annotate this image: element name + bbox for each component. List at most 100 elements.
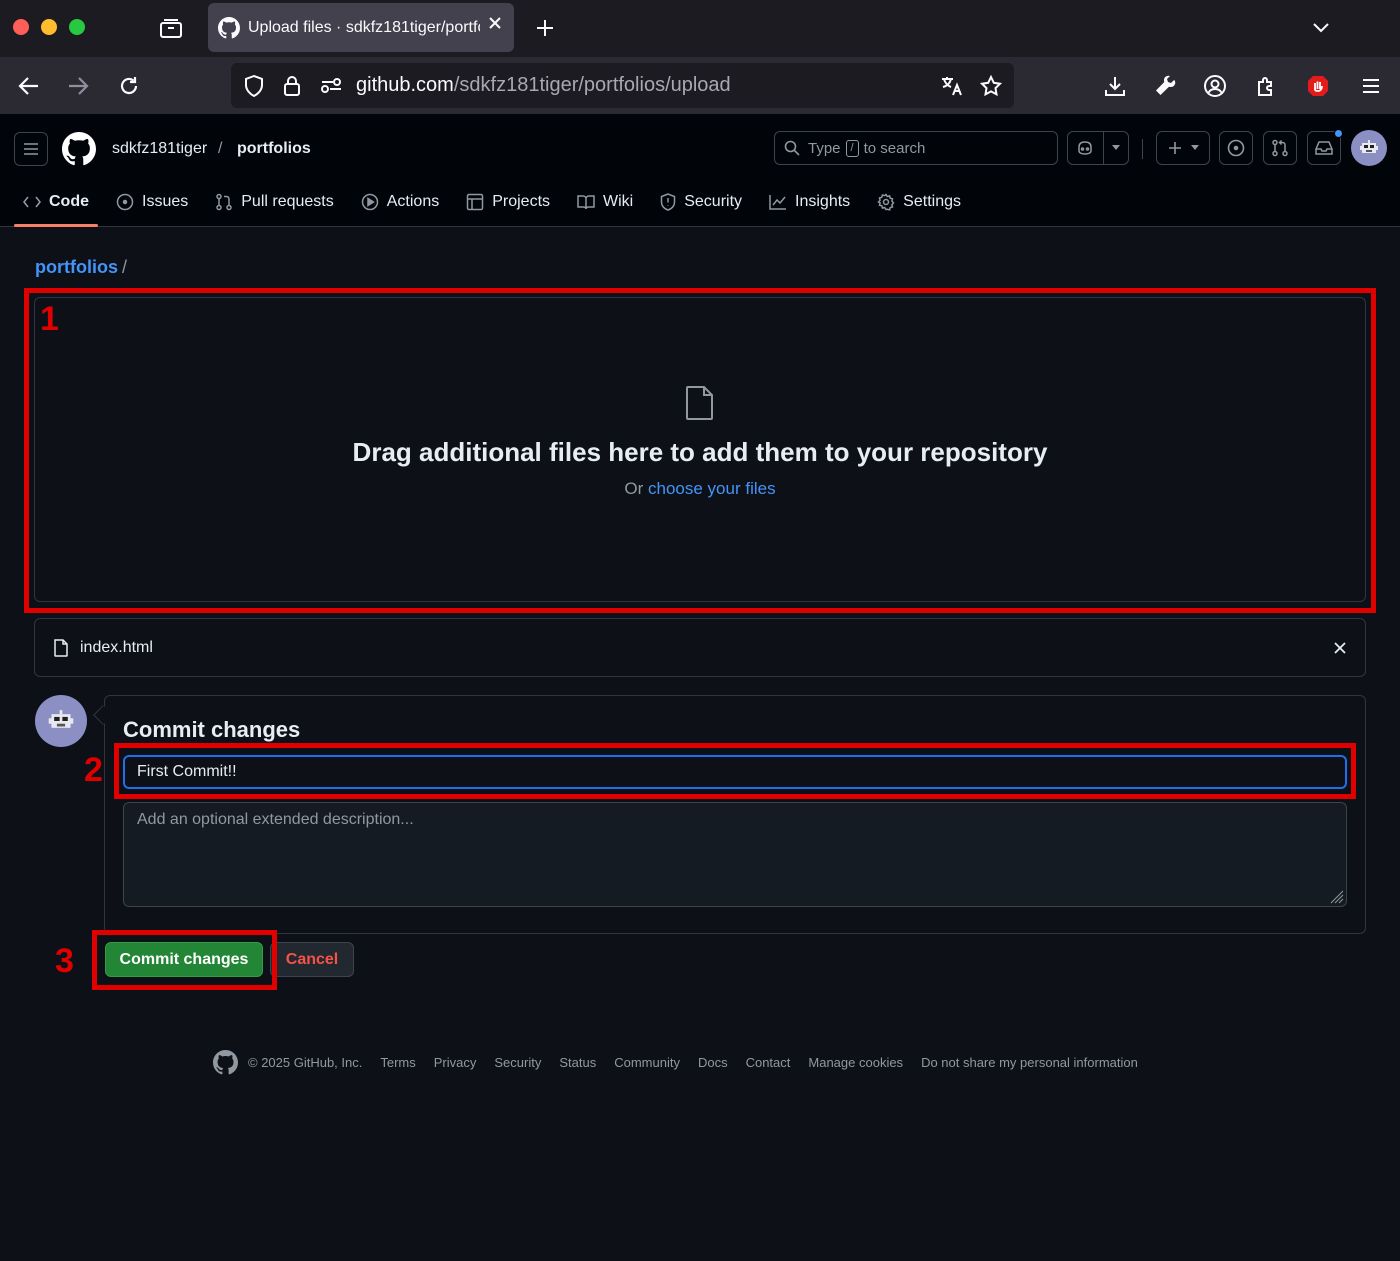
tab-settings[interactable]: Settings: [868, 186, 970, 218]
tab-wiki[interactable]: Wiki: [568, 186, 642, 218]
file-name: index.html: [80, 639, 153, 656]
cancel-button[interactable]: Cancel: [270, 942, 354, 977]
breadcrumb-separator: /: [122, 257, 128, 277]
search-suffix: to search: [863, 139, 926, 157]
copilot-icon: [1078, 141, 1092, 155]
tracking-shield-icon[interactable]: [239, 71, 269, 101]
footer-copyright: © 2025 GitHub, Inc.: [248, 1054, 363, 1070]
tab-close-icon[interactable]: [488, 16, 502, 35]
bookmark-star-icon[interactable]: [976, 71, 1006, 101]
committer-avatar: [35, 695, 87, 747]
your-issues-button[interactable]: [1219, 131, 1253, 165]
commit-message-input[interactable]: [123, 755, 1347, 789]
tab-code[interactable]: Code: [14, 186, 98, 218]
account-icon[interactable]: [1200, 71, 1230, 101]
pull-request-icon: [216, 193, 232, 211]
commit-description-input[interactable]: [123, 802, 1347, 907]
commit-changes-button[interactable]: Commit changes: [105, 942, 263, 977]
search-shortcut-key: /: [845, 139, 859, 157]
wrench-icon[interactable]: [1150, 71, 1180, 101]
annotation-label-3: 3: [55, 942, 74, 980]
choose-files-link[interactable]: choose your files: [648, 479, 776, 498]
resize-handle-icon[interactable]: [1328, 888, 1344, 909]
tab-overview-icon[interactable]: [156, 13, 186, 43]
footer: © 2025 GitHub, Inc. Terms Privacy Securi…: [213, 1049, 1156, 1075]
site-permissions-icon[interactable]: [316, 71, 346, 101]
search-icon: [784, 140, 800, 156]
browser-tab-bar: Upload files · sdkfz181tiger/portfolios: [0, 0, 1400, 57]
zoom-window-button[interactable]: [69, 19, 85, 35]
graph-icon: [769, 195, 787, 210]
github-logo-icon[interactable]: [62, 132, 96, 171]
issue-icon: [1227, 139, 1245, 157]
repo-name-link[interactable]: portfolios: [237, 140, 311, 158]
active-tab[interactable]: Upload files · sdkfz181tiger/portfolios: [208, 3, 514, 52]
hamburger-icon: [24, 143, 38, 155]
footer-link-manage-cookies[interactable]: Manage cookies: [808, 1055, 903, 1070]
file-icon: [684, 385, 716, 426]
pull-request-icon: [1272, 139, 1288, 157]
tab-pull-requests[interactable]: Pull requests: [206, 186, 343, 218]
footer-link-contact[interactable]: Contact: [746, 1055, 791, 1070]
browser-toolbar: github.com/sdkfz181tiger/portfolios/uplo…: [0, 57, 1400, 114]
github-logo-icon[interactable]: [213, 1049, 238, 1075]
repo-navigation: Code Issues Pull requests Actions Projec…: [14, 186, 979, 227]
breadcrumb-repo-link[interactable]: portfolios: [35, 257, 118, 277]
tab-security[interactable]: Security: [651, 186, 751, 218]
shield-icon: [660, 193, 676, 211]
copilot-button[interactable]: [1067, 131, 1129, 165]
search-input[interactable]: Type / to search: [774, 131, 1058, 165]
lock-icon[interactable]: [277, 71, 307, 101]
file-icon: [53, 639, 69, 662]
footer-link-status[interactable]: Status: [559, 1055, 596, 1070]
global-menu-button[interactable]: [14, 132, 48, 166]
remove-file-icon[interactable]: [1334, 641, 1346, 659]
inbox-icon: [1315, 141, 1333, 155]
footer-link-community[interactable]: Community: [614, 1055, 680, 1070]
reload-icon[interactable]: [114, 71, 144, 101]
new-tab-icon[interactable]: [530, 13, 560, 43]
footer-link-do-not-share[interactable]: Do not share my personal information: [921, 1055, 1138, 1070]
repo-owner-link[interactable]: sdkfz181tiger: [112, 140, 207, 158]
notification-indicator: [1334, 129, 1343, 138]
code-icon: [23, 196, 41, 208]
github-favicon-icon: [218, 16, 240, 38]
user-avatar[interactable]: [1351, 130, 1387, 166]
forward-arrow-icon[interactable]: [63, 71, 93, 101]
create-new-button[interactable]: [1156, 131, 1210, 165]
translate-icon[interactable]: [937, 71, 967, 101]
plus-icon: [1168, 142, 1181, 154]
copilot-dropdown-icon: [1112, 145, 1120, 150]
tab-actions[interactable]: Actions: [352, 186, 448, 218]
dropzone-title: Drag additional files here to add them t…: [352, 437, 1048, 467]
annotation-label-2: 2: [84, 751, 103, 789]
footer-link-security[interactable]: Security: [494, 1055, 541, 1070]
your-pull-requests-button[interactable]: [1263, 131, 1297, 165]
tab-projects[interactable]: Projects: [457, 186, 559, 218]
github-header: sdkfz181tiger / portfolios Type / to sea…: [0, 114, 1400, 227]
tab-insights[interactable]: Insights: [760, 186, 859, 218]
footer-link-terms[interactable]: Terms: [380, 1055, 415, 1070]
dropzone-subtitle: Or choose your files: [624, 479, 776, 498]
tab-list-chevron-icon[interactable]: [1306, 13, 1336, 43]
extensions-icon[interactable]: [1251, 71, 1281, 101]
table-icon: [466, 193, 484, 211]
close-window-button[interactable]: [13, 19, 29, 35]
issue-icon: [116, 193, 134, 211]
address-bar[interactable]: github.com/sdkfz181tiger/portfolios/uplo…: [231, 63, 1014, 108]
footer-link-docs[interactable]: Docs: [698, 1055, 728, 1070]
book-icon: [577, 195, 595, 210]
back-arrow-icon[interactable]: [14, 71, 44, 101]
tab-issues[interactable]: Issues: [107, 186, 197, 218]
header-divider: [1142, 139, 1143, 159]
robot-avatar-icon: [1360, 140, 1378, 153]
minimize-window-button[interactable]: [41, 19, 57, 35]
ublock-icon[interactable]: [1303, 71, 1333, 101]
footer-link-privacy[interactable]: Privacy: [434, 1055, 477, 1070]
commit-heading: Commit changes: [123, 717, 301, 742]
path-separator: /: [218, 140, 223, 157]
downloads-icon[interactable]: [1100, 71, 1130, 101]
tab-title: Upload files · sdkfz181tiger/portfolios: [248, 18, 480, 36]
breadcrumb: portfolios /: [35, 257, 127, 278]
app-menu-icon[interactable]: [1356, 71, 1386, 101]
